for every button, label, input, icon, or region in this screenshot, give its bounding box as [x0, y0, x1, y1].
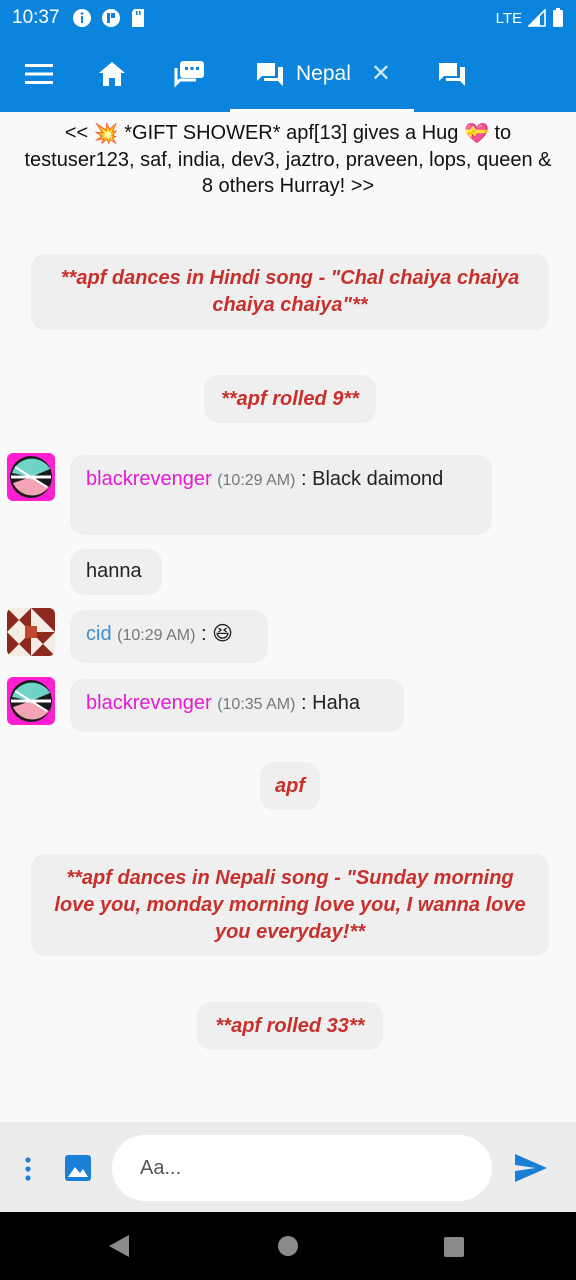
- message-text: hanna: [86, 560, 142, 582]
- menu-button[interactable]: [21, 56, 57, 92]
- message-text: Black daimond: [312, 468, 444, 490]
- avatar[interactable]: [7, 677, 55, 725]
- user-avatar-icon: [7, 608, 55, 656]
- message-username[interactable]: blackrevenger: [86, 468, 212, 490]
- more-vert-icon: [25, 1157, 31, 1181]
- home-icon: [99, 62, 125, 86]
- message-username[interactable]: cid: [86, 623, 112, 645]
- chat-message: cid (10:29 AM) : 😆: [70, 610, 268, 663]
- system-message: **apf rolled 33**: [197, 1002, 383, 1050]
- home-nav-button[interactable]: [277, 1235, 299, 1257]
- send-icon: [515, 1154, 547, 1182]
- chat-message-list[interactable]: << 💥 *GIFT SHOWER* apf[13] gives a Hug 💝…: [0, 112, 576, 1122]
- system-message: **apf rolled 9**: [204, 375, 376, 423]
- app-bar: Nepal ✕: [0, 36, 576, 112]
- recents-icon: [444, 1237, 464, 1257]
- avatar[interactable]: [7, 608, 55, 656]
- image-icon: [65, 1155, 91, 1181]
- system-message: **apf dances in Nepali song - "Sunday mo…: [31, 854, 549, 956]
- close-icon[interactable]: ✕: [371, 62, 391, 86]
- network-type: LTE: [495, 9, 522, 27]
- message-username[interactable]: blackrevenger: [86, 692, 212, 714]
- send-button[interactable]: [514, 1153, 550, 1185]
- chat-message: blackrevenger (10:35 AM) : Haha: [70, 679, 404, 732]
- tab-nepal[interactable]: Nepal ✕: [230, 36, 414, 112]
- gift-heart-emoji: 💝: [463, 122, 489, 145]
- back-button[interactable]: [108, 1234, 132, 1258]
- status-time: 10:37: [12, 7, 60, 28]
- user-avatar-icon: [7, 677, 55, 725]
- system-navigation-bar: [0, 1212, 576, 1280]
- chat-icon: [257, 63, 283, 86]
- message-time: (10:35 AM): [217, 696, 296, 713]
- tab-label: Nepal: [296, 62, 351, 85]
- message-input[interactable]: [112, 1135, 492, 1201]
- message-composer: [0, 1122, 576, 1212]
- explosion-emoji: 💥: [93, 122, 119, 145]
- home-button[interactable]: [94, 56, 130, 92]
- system-message: apf: [260, 762, 320, 810]
- message-emoji: 😆: [212, 623, 233, 645]
- battery-icon: [553, 8, 563, 27]
- chat-message: blackrevenger (10:29 AM) : Black daimond: [70, 455, 492, 535]
- chat-rooms-button[interactable]: [172, 56, 208, 92]
- recents-button[interactable]: [443, 1236, 465, 1258]
- info-icon: [72, 9, 91, 27]
- sd-card-icon: [131, 9, 144, 27]
- status-bar: 10:37 LTE: [0, 0, 576, 36]
- messages-icon: [439, 63, 465, 86]
- signal-icon: [528, 9, 546, 27]
- messages-button[interactable]: [434, 56, 470, 92]
- system-message: **apf dances in Hindi song - "Chal chaiy…: [31, 254, 549, 330]
- message-time: (10:29 AM): [217, 472, 296, 489]
- message-text: Haha: [312, 692, 360, 714]
- gift-shower-banner: << 💥 *GIFT SHOWER* apf[13] gives a Hug 💝…: [24, 122, 552, 197]
- image-button[interactable]: [64, 1154, 94, 1184]
- user-avatar-icon: [7, 453, 55, 501]
- more-options-button[interactable]: [16, 1155, 40, 1183]
- app-notification-icon: [101, 9, 120, 27]
- home-circle-icon: [278, 1236, 298, 1256]
- chat-message: hanna: [70, 549, 162, 595]
- message-time: (10:29 AM): [117, 627, 196, 644]
- chat-rooms-icon: [174, 61, 204, 88]
- back-icon: [109, 1235, 129, 1257]
- avatar[interactable]: [7, 453, 55, 501]
- menu-icon: [25, 64, 53, 84]
